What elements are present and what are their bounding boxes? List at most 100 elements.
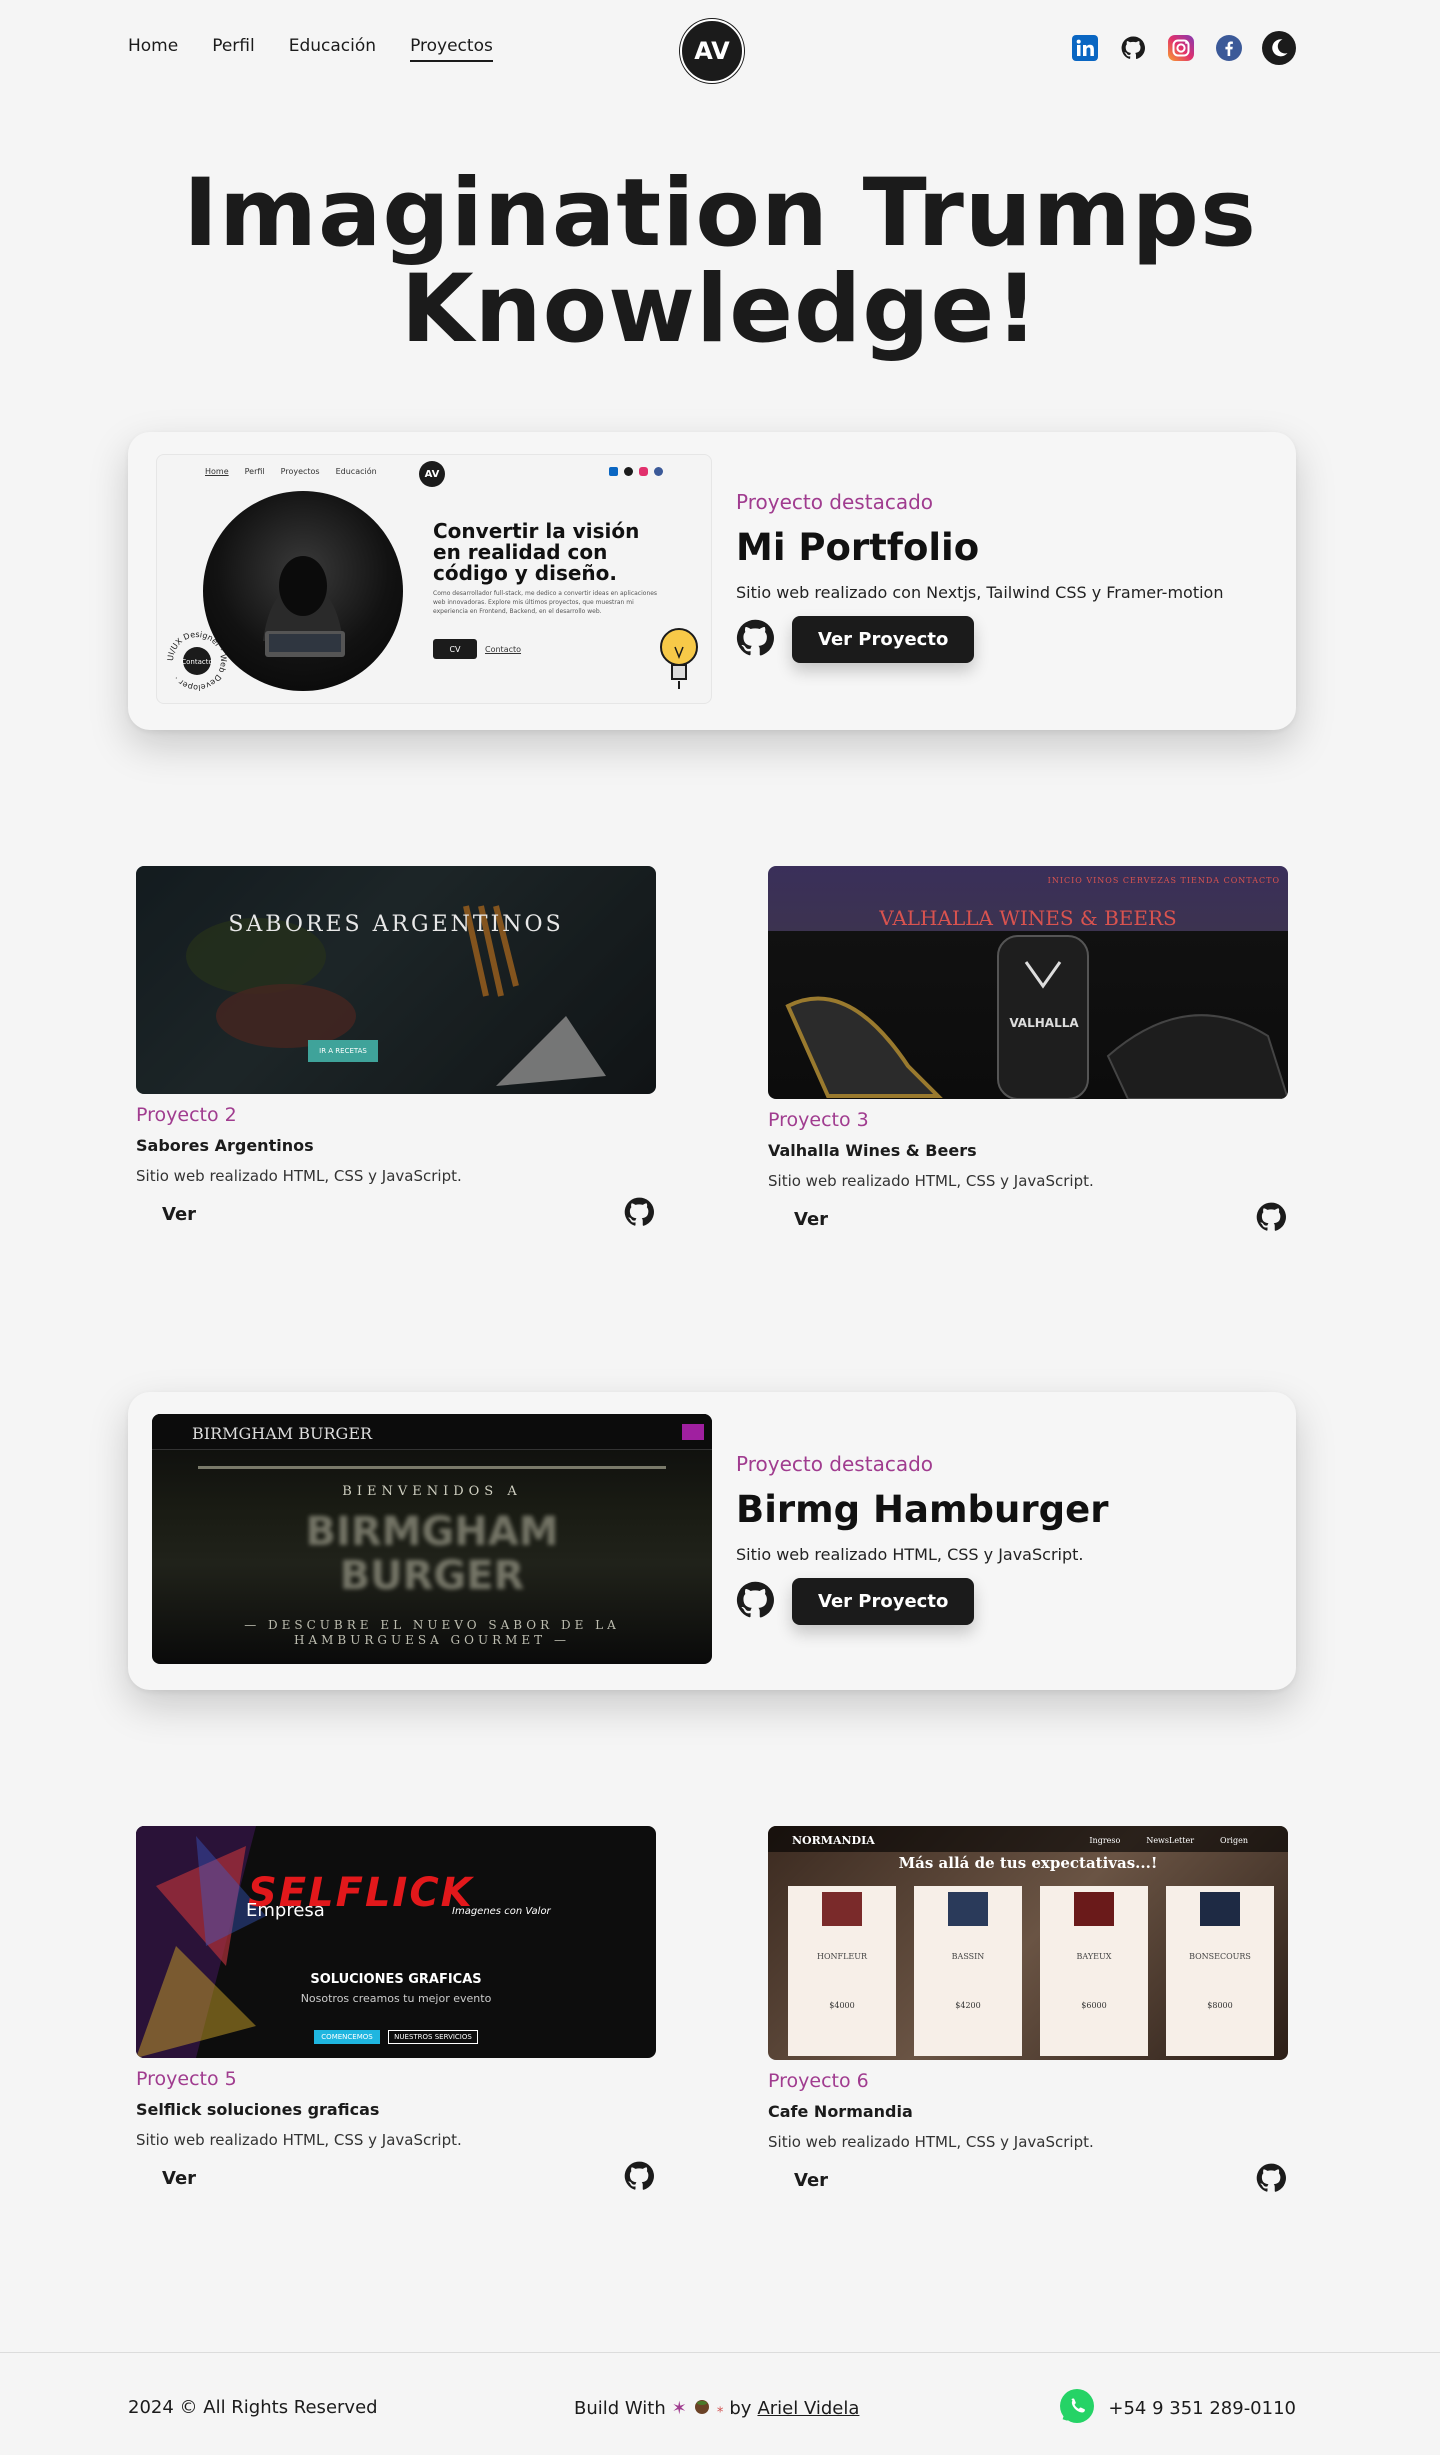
selflick-preview-image[interactable]: SELFLICK Empresa Imagenes con Valor SOLU… <box>136 1826 656 2058</box>
selflick-tagline: Nosotros creamos tu mejor evento <box>300 1992 492 2005</box>
birmg-welcome: BIENVENIDOS A <box>342 1484 522 1499</box>
moon-icon[interactable] <box>1262 31 1296 65</box>
instagram-icon[interactable] <box>1166 33 1196 63</box>
selflick-sub-1: Empresa <box>246 1900 325 1921</box>
view-button[interactable]: Ver <box>162 1204 196 1225</box>
project-description: Sitio web realizado con Nextjs, Tailwind… <box>736 583 1224 602</box>
project-kind-label: Proyecto 2 <box>136 1104 237 1126</box>
preview-body: Como desarrollador full-stack, me dedico… <box>433 590 658 615</box>
top-navbar: Home Perfil Educación Proyectos AV <box>0 0 1440 96</box>
preview-nav-perfil: Perfil <box>244 467 265 476</box>
birmg-headline: BIRMGHAM BURGER <box>152 1510 712 1598</box>
birmg-tagline-2: HAMBURGUESA GOURMET — <box>294 1633 570 1647</box>
birmg-tagline-1: — DESCUBRE EL NUEVO SABOR DE LA <box>244 1618 620 1632</box>
project-card: SABORES ARGENTINOS IR A RECETAS Proyecto… <box>136 866 656 1231</box>
project-description: Sitio web realizado HTML, CSS y JavaScri… <box>768 1172 1094 1190</box>
normandia-menu: Ingreso NewsLetter Origen <box>1089 1836 1248 1845</box>
sparkle-small-icon: ⁎ <box>716 2401 724 2416</box>
nav-link-educacion[interactable]: Educación <box>289 36 376 62</box>
hero-heading: Imagination Trumps Knowledge! <box>0 166 1440 358</box>
project-card: SELFLICK Empresa Imagenes con Valor SOLU… <box>136 1826 656 2195</box>
product-price: $6000 <box>1081 2001 1107 2010</box>
copyright: 2024 © All Rights Reserved <box>128 2397 378 2418</box>
github-icon[interactable] <box>736 619 774 661</box>
product-card: BONSECOURS $8000 <box>1166 1886 1274 2056</box>
normandia-heading: Más allá de tus expectativas...! <box>898 1854 1158 1872</box>
project-kind-label: Proyecto 5 <box>136 2068 237 2090</box>
preview-nav-educacion: Educación <box>335 467 377 476</box>
project-title: Cafe Normandia <box>768 2102 913 2121</box>
valhalla-preview-image[interactable]: INICIO VINOS CERVEZAS TIENDA CONTACTO VA… <box>768 866 1288 1099</box>
project-title: Mi Portfolio <box>736 526 980 569</box>
phone-number: +54 9 351 289-0110 <box>1108 2398 1296 2419</box>
logo[interactable]: AV <box>680 19 744 83</box>
preview-cv-button: CV <box>433 639 477 659</box>
cart-icon <box>682 1424 704 1440</box>
view-button[interactable]: Ver <box>794 1209 828 1230</box>
github-icon[interactable] <box>624 1197 654 1231</box>
project-actions: Ver <box>136 1197 656 1231</box>
project-actions: Ver Proyecto <box>736 1578 1108 1625</box>
project-kind-label: Proyecto destacado <box>736 490 934 514</box>
author-link[interactable]: Ariel Videla <box>757 2398 859 2419</box>
build-credit: Build With ✶ ⁎ by Ariel Videla <box>574 2397 859 2420</box>
normandia-preview-image[interactable]: NORMANDIA Ingreso NewsLetter Origen Más … <box>768 1826 1288 2060</box>
coconut-icon <box>693 2397 711 2420</box>
linkedin-icon[interactable] <box>1070 33 1100 63</box>
product-card: HONFLEUR $4000 <box>788 1886 896 2056</box>
birmg-headline-1: BIRMGHAM <box>305 1509 559 1555</box>
preview-hacker-image <box>203 491 403 691</box>
project-actions: Ver <box>136 2161 656 2195</box>
featured-info: Proyecto destacado Birmg Hamburger Sitio… <box>736 1452 1108 1625</box>
selflick-btn-2: NUESTROS SERVICIOS <box>388 2030 478 2044</box>
github-icon[interactable] <box>1118 33 1148 63</box>
sabores-preview-image[interactable]: SABORES ARGENTINOS IR A RECETAS <box>136 866 656 1094</box>
nav-link-perfil[interactable]: Perfil <box>212 36 255 62</box>
github-icon[interactable] <box>1256 2163 1286 2197</box>
preview-social-icons <box>609 467 663 476</box>
build-label: Build With <box>574 2398 666 2419</box>
project-title: Valhalla Wines & Beers <box>768 1141 977 1160</box>
featured-info: Proyecto destacado Mi Portfolio Sitio we… <box>736 490 1223 663</box>
view-project-button[interactable]: Ver Proyecto <box>792 1578 975 1625</box>
product-card: BAYEUX $6000 <box>1040 1886 1148 2056</box>
birmg-headline-2: BURGER <box>339 1553 525 1599</box>
github-icon[interactable] <box>736 1581 774 1623</box>
github-icon[interactable] <box>1256 1202 1286 1236</box>
nav-link-proyectos[interactable]: Proyectos <box>410 36 493 62</box>
normandia-menu-item: Ingreso <box>1089 1836 1121 1845</box>
project-actions: Ver Proyecto <box>736 616 1223 663</box>
project-title: Selflick soluciones graficas <box>136 2100 380 2119</box>
lightbulb-icon <box>657 623 701 699</box>
product-name: BONSECOURS <box>1189 1952 1251 1961</box>
birmg-preview-image[interactable]: BIRMGHAM BURGER BIENVENIDOS A BIRMGHAM B… <box>152 1414 712 1664</box>
hero-line-2: Knowledge! <box>400 255 1040 364</box>
contact-phone[interactable]: +54 9 351 289-0110 <box>1058 2387 1296 2430</box>
nav-link-home[interactable]: Home <box>128 36 178 62</box>
featured-project-card: BIRMGHAM BURGER BIENVENIDOS A BIRMGHAM B… <box>128 1392 1296 1690</box>
nav-links: Home Perfil Educación Proyectos <box>128 36 493 62</box>
preview-nav-proyectos: Proyectos <box>280 467 320 476</box>
view-button[interactable]: Ver <box>794 2170 828 2191</box>
project-description: Sitio web realizado HTML, CSS y JavaScri… <box>736 1545 1084 1564</box>
svg-text:Contacto: Contacto <box>181 658 213 666</box>
project-card: NORMANDIA Ingreso NewsLetter Origen Más … <box>768 1826 1288 2197</box>
footer: 2024 © All Rights Reserved Build With ✶ … <box>0 2352 1440 2455</box>
view-button[interactable]: Ver <box>162 2168 196 2189</box>
portfolio-preview-image[interactable]: Home Perfil Proyectos Educación AV UI/UX… <box>156 454 712 704</box>
birmg-brand: BIRMGHAM BURGER <box>192 1424 373 1443</box>
preview-headline: Convertir la visión en realidad con códi… <box>433 519 640 585</box>
github-icon[interactable] <box>624 2161 654 2195</box>
project-actions: Ver <box>768 1202 1288 1236</box>
project-card: INICIO VINOS CERVEZAS TIENDA CONTACTO VA… <box>768 866 1288 1236</box>
featured-project-card: Home Perfil Proyectos Educación AV UI/UX… <box>128 432 1296 730</box>
preview-logo: AV <box>419 461 445 487</box>
project-actions: Ver <box>768 2163 1288 2197</box>
product-name: BASSIN <box>951 1952 985 1961</box>
product-price: $4000 <box>829 2001 855 2010</box>
preview-contact-link: Contacto <box>485 645 522 654</box>
product-price: $8000 <box>1207 2001 1233 2010</box>
facebook-icon[interactable] <box>1214 33 1244 63</box>
selflick-sub-2: Imagenes con Valor <box>452 1906 551 1917</box>
view-project-button[interactable]: Ver Proyecto <box>792 616 975 663</box>
